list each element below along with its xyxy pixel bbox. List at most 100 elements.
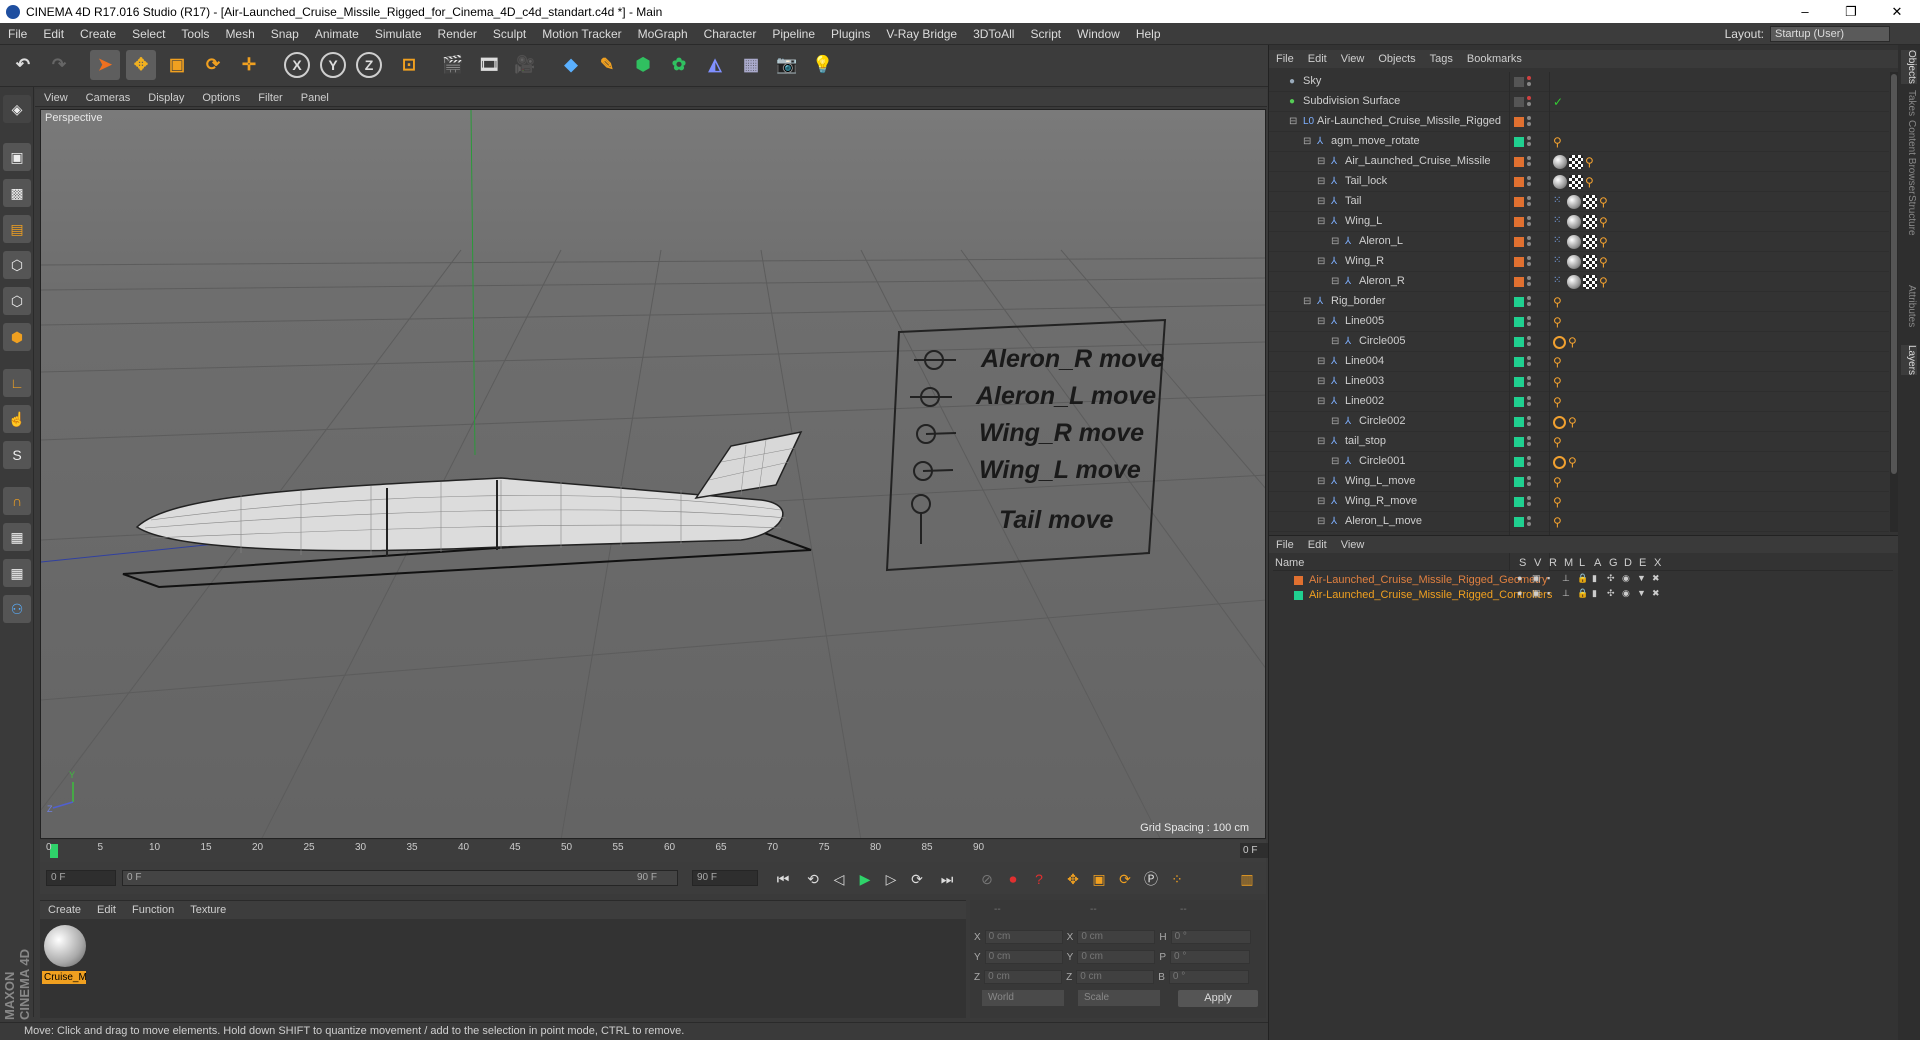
generator-toggle-icon[interactable]: ✣ — [1607, 573, 1615, 584]
ik-tag-icon[interactable]: ⚲ — [1553, 495, 1567, 509]
position-x-field[interactable]: 0 cm — [984, 930, 1063, 944]
layer-color-swatch[interactable] — [1514, 457, 1524, 467]
manager-toggle-icon[interactable]: ⊥ — [1562, 588, 1570, 599]
right-tab-objects[interactable]: Objects — [1901, 50, 1917, 84]
edges-mode-icon[interactable]: ⬡ — [3, 287, 31, 315]
layers-menu-edit[interactable]: Edit — [1301, 539, 1334, 551]
menu-mesh[interactable]: Mesh — [217, 27, 262, 41]
points-mode-icon[interactable]: ⬡ — [3, 251, 31, 279]
right-tab-layers[interactable]: Layers — [1901, 345, 1917, 376]
material-tag-icon[interactable] — [1567, 215, 1581, 229]
layer-row[interactable]: Air-Launched_Cruise_Missile_Rigged_Contr… — [1273, 588, 1893, 603]
right-tab-structure[interactable]: Structure — [1901, 195, 1917, 236]
visibility-dots[interactable] — [1527, 134, 1533, 148]
cube-primitive-icon[interactable]: ◆ — [556, 50, 586, 80]
object-name[interactable]: Line002 — [1345, 395, 1384, 407]
object-row[interactable]: ⊟ ⅄ Wing_R ⁙ ⚲ — [1269, 252, 1889, 272]
expand-toggle-icon[interactable]: ⊟ — [1317, 436, 1328, 447]
visibility-dots[interactable] — [1527, 194, 1533, 208]
previous-key-icon[interactable]: ⟲ — [802, 868, 824, 890]
ik-tag-icon[interactable]: ⚲ — [1553, 375, 1567, 389]
menu-select[interactable]: Select — [124, 27, 173, 41]
editor-visibility-dot[interactable] — [1527, 96, 1531, 100]
layer-color-swatch[interactable] — [1514, 137, 1524, 147]
floor-scene-icon[interactable]: ▦ — [736, 50, 766, 80]
render-settings-icon[interactable]: 🎥 — [510, 50, 540, 80]
ik-tag-icon[interactable]: ⚲ — [1553, 475, 1567, 489]
right-tab-attributes[interactable]: Attributes — [1901, 285, 1917, 327]
scale-dropdown[interactable]: Scale — [1078, 990, 1160, 1006]
expand-toggle-icon[interactable]: ⊟ — [1331, 276, 1342, 287]
layout-dropdown[interactable]: Startup (User) — [1770, 26, 1890, 42]
viewport-menu-view[interactable]: View — [35, 92, 77, 104]
viewport-menu-display[interactable]: Display — [139, 92, 193, 104]
menu-window[interactable]: Window — [1069, 27, 1128, 41]
render-visibility-dot[interactable] — [1527, 422, 1531, 426]
viewport-menu-options[interactable]: Options — [193, 92, 249, 104]
ik-tag-icon[interactable]: ⚲ — [1568, 415, 1582, 429]
render-visibility-dot[interactable] — [1527, 282, 1531, 286]
close-button[interactable]: ✕ — [1874, 0, 1920, 23]
layer-empty-swatch[interactable] — [1514, 97, 1524, 107]
display-tag-icon[interactable] — [1553, 455, 1566, 469]
end-frame-field[interactable]: 90 F — [692, 870, 758, 886]
ik-tag-icon[interactable]: ⚲ — [1599, 255, 1613, 269]
layer-color-swatch[interactable] — [1514, 297, 1524, 307]
workplane-icon[interactable]: ▤ — [3, 215, 31, 243]
layers-menu-view[interactable]: View — [1334, 539, 1372, 551]
render-visibility-dot[interactable] — [1527, 322, 1531, 326]
display-tag-icon[interactable] — [1553, 335, 1566, 349]
object-row[interactable]: ⊟ ⅄ Line002 ⚲ — [1269, 392, 1889, 412]
object-row[interactable]: ⊟ ⅄ Circle002 ⚲ — [1269, 412, 1889, 432]
material-menu-texture[interactable]: Texture — [182, 904, 234, 916]
layers-menu-file[interactable]: File — [1269, 539, 1301, 551]
visibility-dots[interactable] — [1527, 74, 1533, 88]
render-toggle-icon[interactable]: ▪ — [1547, 588, 1550, 598]
object-row[interactable]: ⊟ ⅄ Rig_border ⚲ — [1269, 292, 1889, 312]
object-name[interactable]: Wing_L_move — [1345, 475, 1415, 487]
render-visibility-dot[interactable] — [1527, 142, 1531, 146]
expand-toggle-icon[interactable]: ⊟ — [1317, 516, 1328, 527]
visibility-dots[interactable] — [1527, 514, 1533, 528]
object-row[interactable]: ⊟ ⅄ agm_move_rotate ⚲ — [1269, 132, 1889, 152]
editor-visibility-dot[interactable] — [1527, 296, 1531, 300]
deformer-toggle-icon[interactable]: ◉ — [1622, 573, 1630, 584]
solo-toggle-icon[interactable]: ● — [1517, 573, 1522, 583]
object-tree-scrollbar[interactable] — [1890, 72, 1898, 532]
visibility-dots[interactable] — [1527, 114, 1533, 128]
perspective-viewport[interactable]: Aleron_R move Aleron_L move Wing_R move … — [40, 109, 1266, 839]
render-visibility-dot[interactable] — [1527, 122, 1531, 126]
object-name[interactable]: Wing_L — [1345, 215, 1382, 227]
render-visibility-dot[interactable] — [1527, 242, 1531, 246]
move-tool-icon[interactable]: ✥ — [126, 50, 156, 80]
object-row[interactable]: ⊟ L0 Air-Launched_Cruise_Missile_Rigged — [1269, 112, 1889, 132]
rig-control-board[interactable]: Aleron_R move Aleron_L move Wing_R move … — [885, 318, 1167, 572]
expand-toggle-icon[interactable]: ⊟ — [1317, 196, 1328, 207]
right-tab-takes[interactable]: Takes — [1901, 90, 1917, 116]
visibility-dots[interactable] — [1527, 154, 1533, 168]
ik-tag-icon[interactable]: ⚲ — [1553, 395, 1567, 409]
expression-toggle-icon[interactable]: ▼ — [1637, 588, 1646, 598]
expand-toggle-icon[interactable]: ⊟ — [1317, 476, 1328, 487]
material-menu-function[interactable]: Function — [124, 904, 182, 916]
visible-toggle-icon[interactable]: ▣ — [1532, 588, 1541, 599]
menu-3dtoall[interactable]: 3DToAll — [965, 27, 1022, 41]
world-dropdown[interactable]: World — [982, 990, 1064, 1006]
layer-color-swatch[interactable] — [1294, 576, 1303, 585]
generator-toggle-icon[interactable]: ✣ — [1607, 588, 1615, 599]
menu-v-ray-bridge[interactable]: V-Ray Bridge — [878, 27, 965, 41]
render-view-icon[interactable]: 🎬 — [438, 50, 468, 80]
expand-toggle-icon[interactable]: ⊟ — [1317, 376, 1328, 387]
render-visibility-dot[interactable] — [1527, 222, 1531, 226]
position-y-field[interactable]: 0 cm — [984, 950, 1063, 964]
object-row[interactable]: ⊟ ⅄ Line005 ⚲ — [1269, 312, 1889, 332]
visibility-dots[interactable] — [1527, 354, 1533, 368]
animation-toggle-icon[interactable]: ▮ — [1592, 588, 1597, 599]
expand-toggle-icon[interactable]: ⊟ — [1317, 156, 1328, 167]
polygons-mode-icon[interactable]: ⬢ — [3, 323, 31, 351]
rotate-tool-icon[interactable]: ⟳ — [198, 50, 228, 80]
ik-tag-icon[interactable]: ⚲ — [1553, 355, 1567, 369]
layer-color-swatch[interactable] — [1514, 237, 1524, 247]
visibility-dots[interactable] — [1527, 494, 1533, 508]
expand-toggle-icon[interactable]: ⊟ — [1303, 296, 1314, 307]
